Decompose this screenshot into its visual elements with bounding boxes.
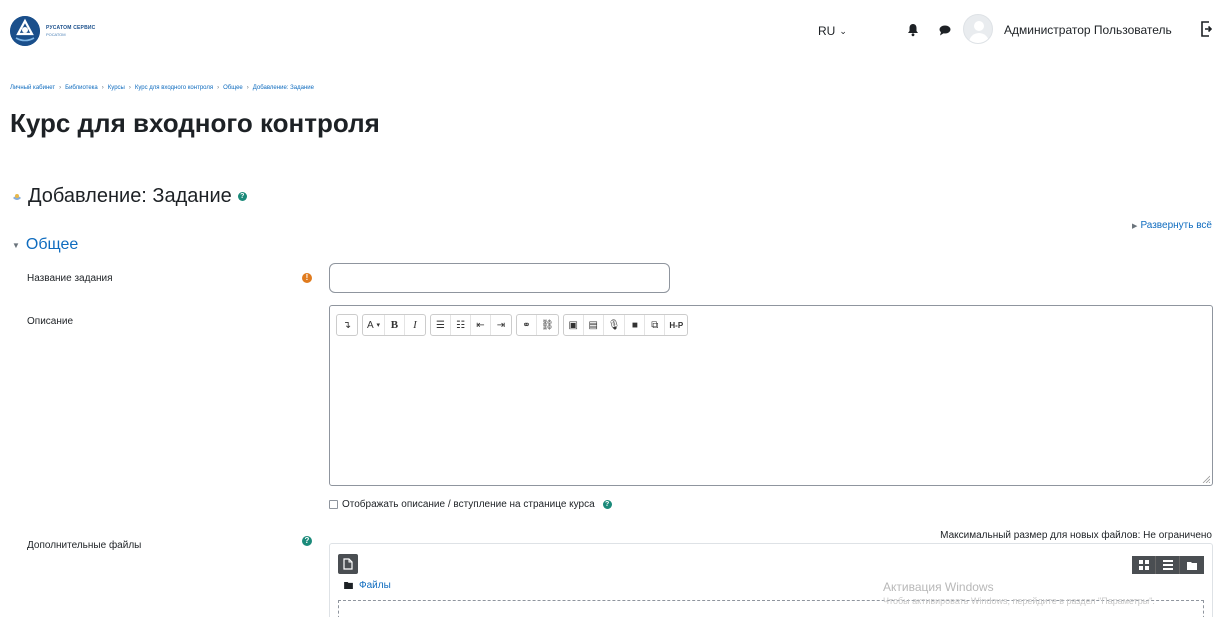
breadcrumb-item-library[interactable]: Библиотека	[65, 85, 98, 91]
top-navbar: РУСАТОМ СЕРВИС РОСАТОМ RU ⌄ Администрато…	[0, 0, 1214, 62]
resize-handle-icon[interactable]	[1202, 475, 1210, 483]
show-description-label[interactable]: Отображать описание / вступление на стра…	[342, 499, 595, 510]
link-icon[interactable]: ⚭	[517, 315, 537, 335]
windows-activation-title: Активация Windows	[883, 580, 994, 594]
windows-activation-subtitle: Чтобы активировать Windows, перейдите в …	[883, 596, 1155, 606]
section-heading: Добавление: Задание ?	[12, 185, 247, 208]
logout-icon[interactable]	[1200, 21, 1212, 37]
files-folder-path[interactable]: Файлы	[344, 580, 391, 591]
breadcrumb-item-current[interactable]: Добавление: Задание	[253, 85, 314, 91]
unordered-list-icon[interactable]: ☰	[431, 315, 451, 335]
logo-line2: РОСАТОМ	[46, 31, 66, 37]
indent-icon[interactable]: ⇥	[491, 315, 511, 335]
show-description-checkbox[interactable]	[329, 500, 338, 509]
help-icon[interactable]: ?	[602, 500, 612, 509]
language-menu[interactable]: RU ⌄	[818, 24, 847, 38]
breadcrumb-separator: ›	[101, 85, 104, 91]
chat-icon[interactable]	[938, 23, 952, 37]
fieldset-general-toggle[interactable]: ▼ Общее	[12, 236, 78, 254]
assignment-icon	[13, 193, 21, 200]
description-label: Описание	[27, 316, 74, 327]
breadcrumb-item-dashboard[interactable]: Личный кабинет	[10, 85, 55, 91]
breadcrumb-item-general[interactable]: Общее	[223, 85, 243, 91]
site-logo[interactable]: РУСАТОМ СЕРВИС РОСАТОМ	[10, 16, 96, 46]
language-label: RU	[818, 24, 836, 38]
rosatom-logo-icon	[10, 16, 40, 46]
video-icon[interactable]: ■	[625, 315, 646, 335]
expand-all-label: Развернуть всё	[1140, 220, 1212, 231]
font-style-button[interactable]: A ▾	[363, 315, 385, 335]
image-icon[interactable]: ▣	[564, 315, 584, 335]
name-input[interactable]	[329, 263, 670, 293]
max-size-text: Максимальный размер для новых файлов: Не…	[940, 530, 1212, 541]
required-icon: !	[302, 273, 312, 283]
caret-down-icon: ▼	[12, 240, 20, 250]
user-name[interactable]: Администратор Пользователь	[1004, 23, 1172, 37]
media-icon[interactable]: ▤	[584, 315, 604, 335]
breadcrumb: Личный кабинет › Библиотека › Курсы › Ку…	[10, 85, 314, 91]
outdent-icon[interactable]: ⇤	[471, 315, 491, 335]
file-icon	[343, 558, 353, 570]
section-title: Добавление: Задание	[28, 185, 232, 207]
help-icon[interactable]: ?	[237, 192, 247, 201]
breadcrumb-separator: ›	[246, 85, 249, 91]
unlink-icon[interactable]: ⛓	[537, 315, 558, 335]
chevron-down-icon: ⌄	[839, 25, 847, 36]
help-icon[interactable]: ?	[302, 536, 312, 546]
folder-icon	[344, 582, 353, 589]
bold-button[interactable]: B	[385, 315, 405, 335]
page-title: Курс для входного контроля	[10, 108, 380, 138]
h5p-button[interactable]: H-P	[665, 315, 687, 335]
manage-files-icon[interactable]: ⧉	[645, 315, 666, 335]
add-file-button[interactable]	[338, 554, 358, 574]
breadcrumb-item-courses[interactable]: Курсы	[108, 85, 125, 91]
bell-icon[interactable]	[906, 23, 920, 37]
description-editor[interactable]: ↴ A ▾ B I ☰ ☷ ⇤ ⇥ ⚭ ⛓ ▣ ▤ 🎙 ■ ⧉ H-P	[329, 305, 1213, 486]
triangle-right-icon: ▶	[1132, 223, 1138, 230]
show-description-row: Отображать описание / вступление на стра…	[329, 499, 612, 510]
view-switch	[1132, 556, 1204, 574]
avatar[interactable]	[963, 14, 993, 44]
ordered-list-icon[interactable]: ☷	[451, 315, 471, 335]
breadcrumb-item-course[interactable]: Курс для входного контроля	[135, 85, 213, 91]
breadcrumb-separator: ›	[217, 85, 220, 91]
name-label: Название задания	[27, 273, 113, 284]
list-view-icon[interactable]	[1156, 556, 1180, 574]
breadcrumb-separator: ›	[128, 85, 131, 91]
folder-view-icon[interactable]	[1180, 556, 1204, 574]
grid-view-icon[interactable]	[1132, 556, 1156, 574]
italic-button[interactable]: I	[405, 315, 425, 335]
files-folder-label: Файлы	[359, 580, 391, 591]
attachments-label: Дополнительные файлы	[27, 540, 142, 551]
expand-all-link[interactable]: ▶ Развернуть всё	[1132, 220, 1212, 231]
logo-line1: РУСАТОМ СЕРВИС	[46, 24, 96, 31]
fieldset-general-label: Общее	[25, 236, 79, 253]
microphone-icon[interactable]: 🎙	[604, 315, 626, 335]
toggle-toolbar-icon[interactable]: ↴	[337, 315, 357, 335]
breadcrumb-separator: ›	[59, 85, 62, 91]
editor-toolbar: ↴ A ▾ B I ☰ ☷ ⇤ ⇥ ⚭ ⛓ ▣ ▤ 🎙 ■ ⧉ H-P	[336, 314, 689, 336]
